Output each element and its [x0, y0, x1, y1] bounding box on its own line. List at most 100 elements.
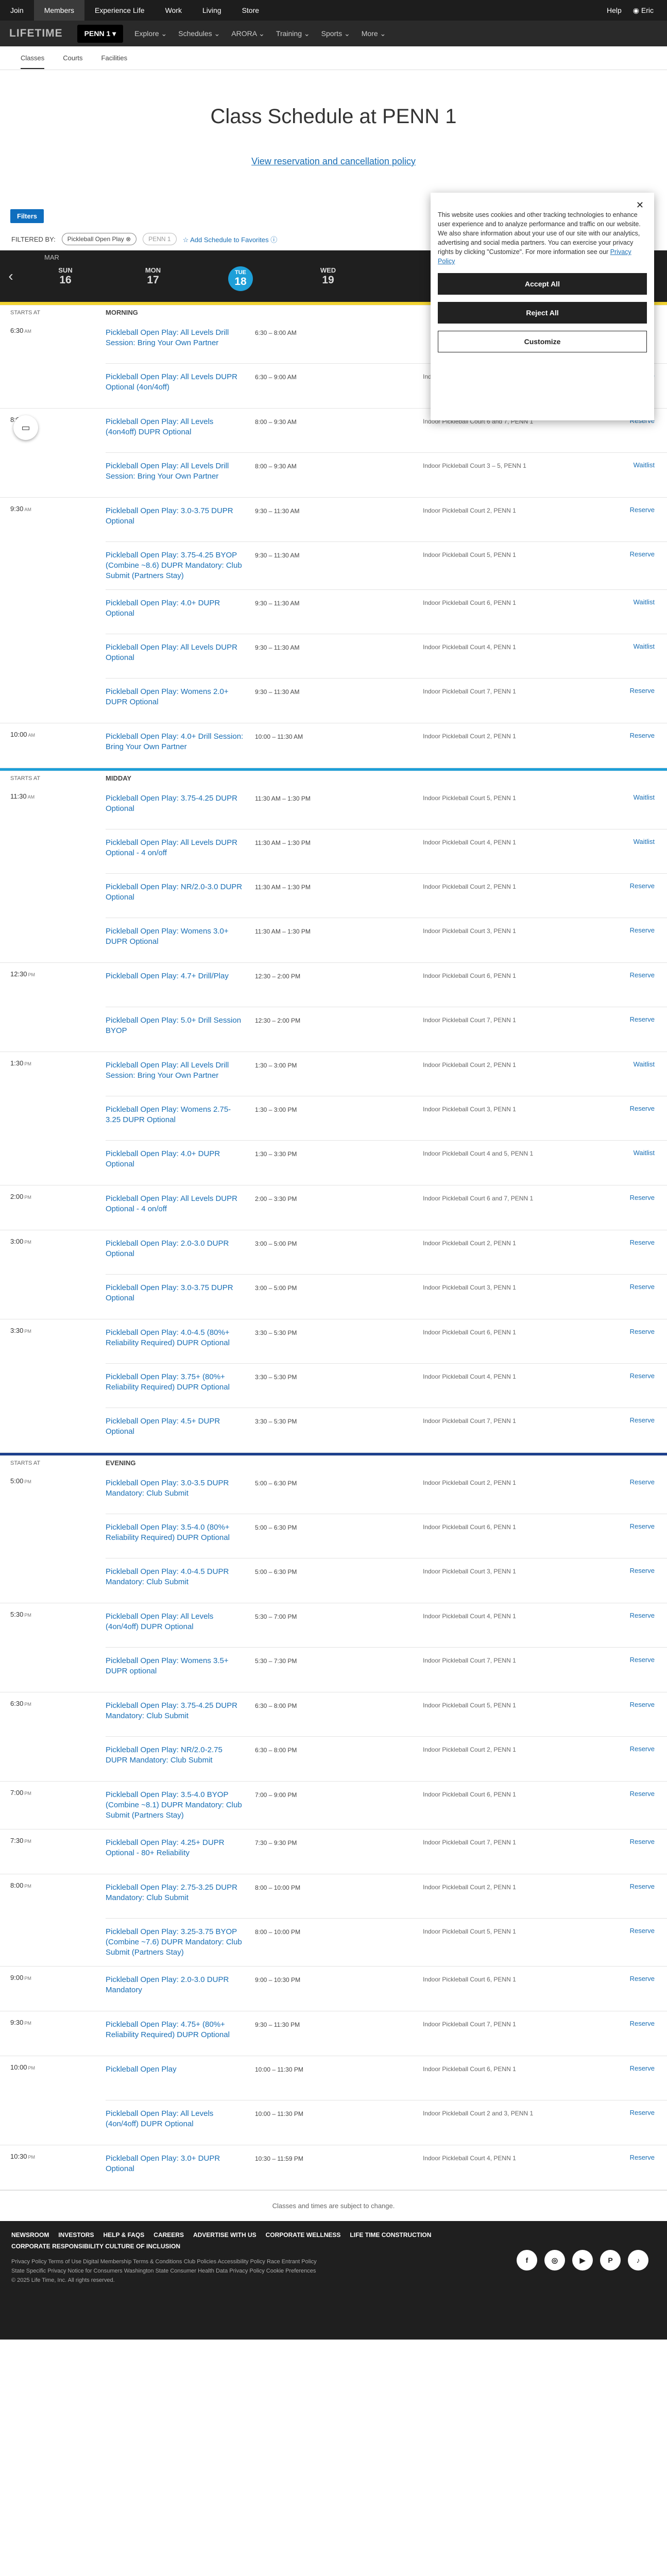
class-name-link[interactable]: Pickleball Open Play: All Levels (4on/4o…: [106, 1612, 244, 1632]
filter-chip-pickleball[interactable]: Pickleball Open Play ⊗: [61, 233, 137, 245]
reserve-button[interactable]: Reserve: [598, 2154, 664, 2161]
reserve-button[interactable]: Reserve: [598, 1283, 664, 1291]
policy-link[interactable]: View reservation and cancellation policy: [0, 156, 667, 167]
waitlist-button[interactable]: Waitlist: [598, 598, 664, 606]
top-link-members[interactable]: Members: [33, 0, 85, 21]
class-name-link[interactable]: Pickleball Open Play: 3.0-3.75 DUPR Opti…: [106, 1283, 244, 1303]
reserve-button[interactable]: Reserve: [598, 506, 664, 514]
reserve-button[interactable]: Reserve: [598, 971, 664, 979]
club-selector[interactable]: PENN 1 ▾: [77, 24, 124, 43]
class-name-link[interactable]: Pickleball Open Play: All Levels DUPR Op…: [106, 372, 244, 393]
class-name-link[interactable]: Pickleball Open Play: 4.0+ DUPR Optional: [106, 598, 244, 619]
class-name-link[interactable]: Pickleball Open Play: 3.5-4.0 BYOP (Comb…: [106, 1790, 244, 1821]
class-name-link[interactable]: Pickleball Open Play: 2.0-3.0 DUPR Optio…: [106, 1239, 244, 1259]
waitlist-button[interactable]: Waitlist: [598, 1060, 664, 1068]
class-name-link[interactable]: Pickleball Open Play: 4.5+ DUPR Optional: [106, 1416, 244, 1437]
customize-button[interactable]: Customize: [438, 331, 647, 352]
class-name-link[interactable]: Pickleball Open Play: Womens 2.75-3.25 D…: [106, 1105, 244, 1125]
reserve-button[interactable]: Reserve: [598, 1372, 664, 1380]
reserve-button[interactable]: Reserve: [598, 1522, 664, 1530]
class-name-link[interactable]: Pickleball Open Play: 4.75+ (80%+ Reliab…: [106, 2020, 244, 2040]
subnav-facilities[interactable]: Facilities: [101, 54, 128, 62]
day-sun[interactable]: SUN 16: [22, 261, 109, 291]
filters-button[interactable]: Filters: [10, 209, 44, 223]
reserve-button[interactable]: Reserve: [598, 882, 664, 890]
reserve-button[interactable]: Reserve: [598, 550, 664, 558]
class-name-link[interactable]: Pickleball Open Play: Womens 3.5+ DUPR o…: [106, 1656, 244, 1676]
day-mon[interactable]: MON 17: [109, 261, 197, 291]
lifetime-logo[interactable]: LIFETIME: [9, 27, 63, 40]
nav-item-explore[interactable]: Explore ⌄: [134, 29, 167, 38]
waitlist-button[interactable]: Waitlist: [598, 793, 664, 801]
reserve-button[interactable]: Reserve: [598, 1883, 664, 1890]
footer-link[interactable]: CAREERS: [153, 2231, 184, 2239]
class-name-link[interactable]: Pickleball Open Play: 4.0+ Drill Session…: [106, 732, 244, 752]
reserve-button[interactable]: Reserve: [598, 1567, 664, 1574]
footer-link[interactable]: CORPORATE WELLNESS: [266, 2231, 341, 2239]
day-tue[interactable]: TUE 18: [197, 261, 284, 291]
footer-link[interactable]: NEWSROOM: [11, 2231, 49, 2239]
reserve-button[interactable]: Reserve: [598, 1105, 664, 1112]
privacy-links[interactable]: State Specific Privacy Notice for Consum…: [11, 2266, 449, 2276]
nav-item-arora[interactable]: ARORA ⌄: [231, 29, 265, 38]
day-wed[interactable]: WED 19: [284, 261, 372, 291]
youtube-icon[interactable]: ▶: [572, 2250, 593, 2270]
add-favorites-link[interactable]: ☆ Add Schedule to Favorites ⓘ: [183, 234, 278, 244]
class-name-link[interactable]: Pickleball Open Play: 4.0+ DUPR Optional: [106, 1149, 244, 1170]
class-name-link[interactable]: Pickleball Open Play: 2.0-3.0 DUPR Manda…: [106, 1975, 244, 1995]
reserve-button[interactable]: Reserve: [598, 1328, 664, 1335]
class-name-link[interactable]: Pickleball Open Play: All Levels DUPR Op…: [106, 838, 244, 858]
footer-link[interactable]: LIFE TIME CONSTRUCTION: [350, 2231, 431, 2239]
reserve-button[interactable]: Reserve: [598, 1838, 664, 1845]
reserve-button[interactable]: Reserve: [598, 1701, 664, 1708]
class-name-link[interactable]: Pickleball Open Play: 4.0-4.5 (80%+ Reli…: [106, 1328, 244, 1348]
class-name-link[interactable]: Pickleball Open Play: 5.0+ Drill Session…: [106, 1015, 244, 1036]
class-name-link[interactable]: Pickleball Open Play: 4.25+ DUPR Optiona…: [106, 1838, 244, 1858]
class-name-link[interactable]: Pickleball Open Play: All Levels Drill S…: [106, 461, 244, 482]
reserve-button[interactable]: Reserve: [598, 1478, 664, 1486]
reject-all-button[interactable]: Reject All: [438, 302, 647, 324]
class-name-link[interactable]: Pickleball Open Play: 3.5-4.0 (80%+ Reli…: [106, 1522, 244, 1543]
class-name-link[interactable]: Pickleball Open Play: NR/2.0-2.75 DUPR M…: [106, 1745, 244, 1766]
reserve-button[interactable]: Reserve: [598, 1015, 664, 1023]
class-name-link[interactable]: Pickleball Open Play: 3.0-3.75 DUPR Opti…: [106, 506, 244, 527]
accept-all-button[interactable]: Accept All: [438, 273, 647, 295]
reserve-button[interactable]: Reserve: [598, 687, 664, 694]
reserve-button[interactable]: Reserve: [598, 732, 664, 739]
class-name-link[interactable]: Pickleball Open Play: Womens 2.0+ DUPR O…: [106, 687, 244, 707]
user-menu[interactable]: ◉ Eric: [633, 6, 654, 15]
chevron-left-icon[interactable]: ‹: [0, 268, 22, 284]
reserve-button[interactable]: Reserve: [598, 1416, 664, 1424]
nav-item-sports[interactable]: Sports ⌄: [321, 29, 350, 38]
class-name-link[interactable]: Pickleball Open Play: 3.0+ DUPR Optional: [106, 2154, 244, 2174]
class-name-link[interactable]: Pickleball Open Play: All Levels DUPR Op…: [106, 642, 244, 663]
class-name-link[interactable]: Pickleball Open Play: 3.75-4.25 DUPR Man…: [106, 1701, 244, 1721]
class-name-link[interactable]: Pickleball Open Play: NR/2.0-3.0 DUPR Op…: [106, 882, 244, 903]
class-name-link[interactable]: Pickleball Open Play: 4.0-4.5 DUPR Manda…: [106, 1567, 244, 1587]
class-name-link[interactable]: Pickleball Open Play: 3.0-3.5 DUPR Manda…: [106, 1478, 244, 1499]
reserve-button[interactable]: Reserve: [598, 1790, 664, 1798]
top-link-experience-life[interactable]: Experience Life: [84, 0, 155, 21]
top-link-store[interactable]: Store: [232, 0, 269, 21]
reserve-button[interactable]: Reserve: [598, 1656, 664, 1664]
instagram-icon[interactable]: ◎: [544, 2250, 565, 2270]
footer-links-2[interactable]: CORPORATE RESPONSIBILITY CULTURE OF INCL…: [11, 2243, 656, 2250]
reserve-button[interactable]: Reserve: [598, 1927, 664, 1935]
facebook-icon[interactable]: f: [517, 2250, 537, 2270]
class-name-link[interactable]: Pickleball Open Play: All Levels Drill S…: [106, 1060, 244, 1081]
help-link[interactable]: Help: [607, 6, 622, 14]
class-name-link[interactable]: Pickleball Open Play: 4.7+ Drill/Play: [106, 971, 244, 981]
top-link-living[interactable]: Living: [192, 0, 232, 21]
filter-chip-club[interactable]: PENN 1: [143, 233, 177, 245]
reserve-button[interactable]: Reserve: [598, 1612, 664, 1619]
class-name-link[interactable]: Pickleball Open Play: 3.75+ (80%+ Reliab…: [106, 1372, 244, 1393]
nav-item-more[interactable]: More ⌄: [362, 29, 386, 38]
tiktok-icon[interactable]: ♪: [628, 2250, 648, 2270]
subnav-classes[interactable]: Classes: [21, 54, 45, 69]
class-name-link[interactable]: Pickleball Open Play: 3.75-4.25 BYOP (Co…: [106, 550, 244, 581]
nav-item-training[interactable]: Training ⌄: [276, 29, 310, 38]
class-name-link[interactable]: Pickleball Open Play: [106, 2064, 244, 2075]
reserve-button[interactable]: Reserve: [598, 1745, 664, 1753]
top-link-join[interactable]: Join: [0, 0, 34, 21]
close-icon[interactable]: ✕: [636, 200, 644, 211]
